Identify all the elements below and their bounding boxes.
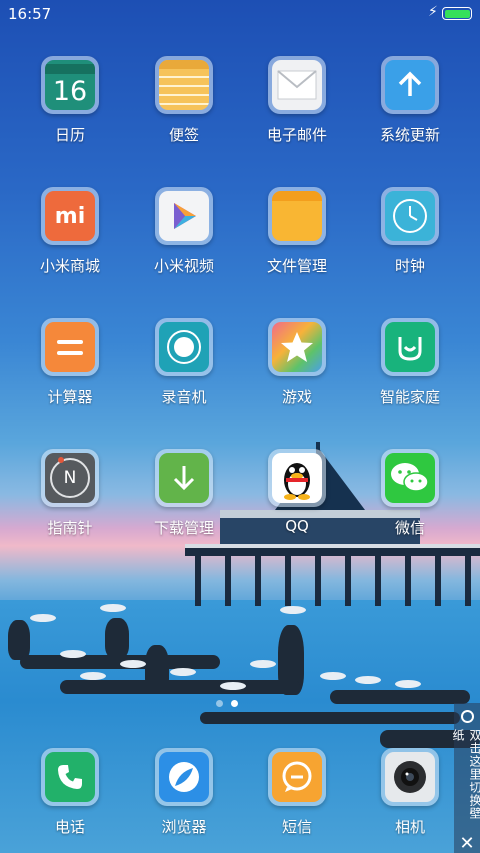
app-label: 便签 [168, 126, 199, 144]
calendar-date: 16 [52, 75, 88, 107]
battery-icon [442, 7, 472, 20]
qq-penguin-icon [272, 453, 322, 503]
wallpaper-hint-text: 双击这里切换壁纸 [451, 728, 480, 820]
app-label: 计算器 [47, 388, 93, 406]
video-icon [159, 191, 209, 241]
calculator-icon [45, 322, 95, 372]
download-icon [159, 453, 209, 503]
dock-browser[interactable]: 浏览器 [129, 748, 239, 853]
mi-logo-text: mi [54, 203, 86, 229]
message-icon [272, 752, 322, 802]
app-label: 文件管理 [266, 257, 327, 275]
mail-icon [272, 60, 322, 110]
calendar-icon: 16 [45, 60, 95, 110]
app-label: 系统更新 [379, 126, 440, 144]
app-label: 电话 [54, 818, 85, 836]
dock-camera[interactable]: 相机 [355, 748, 465, 853]
app-label: 游戏 [281, 388, 312, 406]
compass-north-label: N [63, 468, 77, 488]
app-wechat[interactable]: 微信 [355, 449, 465, 559]
phone-icon [45, 752, 95, 802]
battery-level [444, 9, 470, 18]
app-label: 浏览器 [161, 818, 207, 836]
app-game[interactable]: 游戏 [242, 318, 352, 428]
app-notes[interactable]: 便签 [129, 56, 239, 166]
update-icon [385, 60, 435, 110]
wallpaper-switch-hint[interactable]: 双击这里切换壁纸 ✕ [451, 703, 480, 853]
app-label: 短信 [281, 818, 312, 836]
app-recorder[interactable]: 录音机 [129, 318, 239, 428]
app-qq[interactable]: QQ [242, 449, 352, 559]
game-star-icon [272, 322, 322, 372]
compass-icon: N [45, 453, 95, 503]
clock-icon [385, 191, 435, 241]
notes-icon [159, 60, 209, 110]
app-calculator[interactable]: 计算器 [15, 318, 125, 428]
browser-icon [159, 752, 209, 802]
status-time: 16:57 [8, 5, 52, 23]
close-icon[interactable]: ✕ [459, 835, 474, 853]
app-label: 相机 [394, 818, 425, 836]
app-label: 智能家庭 [379, 388, 440, 406]
wechat-icon [385, 453, 435, 503]
app-label: 下载管理 [153, 519, 214, 537]
app-file-manager[interactable]: 文件管理 [242, 187, 352, 297]
app-mi-store[interactable]: mi 小米商城 [15, 187, 125, 297]
page-dot-active[interactable] [231, 700, 238, 707]
app-label: QQ [285, 517, 309, 535]
app-system-update[interactable]: 系统更新 [355, 56, 465, 166]
app-label: 录音机 [161, 388, 207, 406]
app-compass[interactable]: N 指南针 [15, 449, 125, 559]
app-label: 日历 [54, 126, 85, 144]
app-email[interactable]: 电子邮件 [242, 56, 352, 166]
recorder-icon [159, 322, 209, 372]
camera-icon [385, 752, 435, 802]
dock-phone[interactable]: 电话 [15, 748, 125, 853]
smart-home-icon [385, 322, 435, 372]
app-label: 电子邮件 [266, 126, 327, 144]
hint-ring-icon [460, 710, 474, 723]
charging-icon: ⚡ [428, 4, 438, 20]
app-label: 时钟 [394, 257, 425, 275]
page-indicator [216, 700, 238, 707]
mi-store-icon: mi [45, 191, 95, 241]
app-clock[interactable]: 时钟 [355, 187, 465, 297]
app-label: 指南针 [47, 519, 93, 537]
app-label: 小米视频 [153, 257, 214, 275]
folder-icon [272, 191, 322, 241]
app-download-manager[interactable]: 下载管理 [129, 449, 239, 559]
dock-messages[interactable]: 短信 [242, 748, 352, 853]
app-calendar[interactable]: 16 日历 [15, 56, 125, 166]
app-label: 微信 [394, 519, 425, 537]
app-mi-video[interactable]: 小米视频 [129, 187, 239, 297]
page-dot[interactable] [216, 700, 223, 707]
app-label: 小米商城 [39, 257, 100, 275]
app-smart-home[interactable]: 智能家庭 [355, 318, 465, 428]
status-bar: 16:57 ⚡ [0, 0, 480, 28]
